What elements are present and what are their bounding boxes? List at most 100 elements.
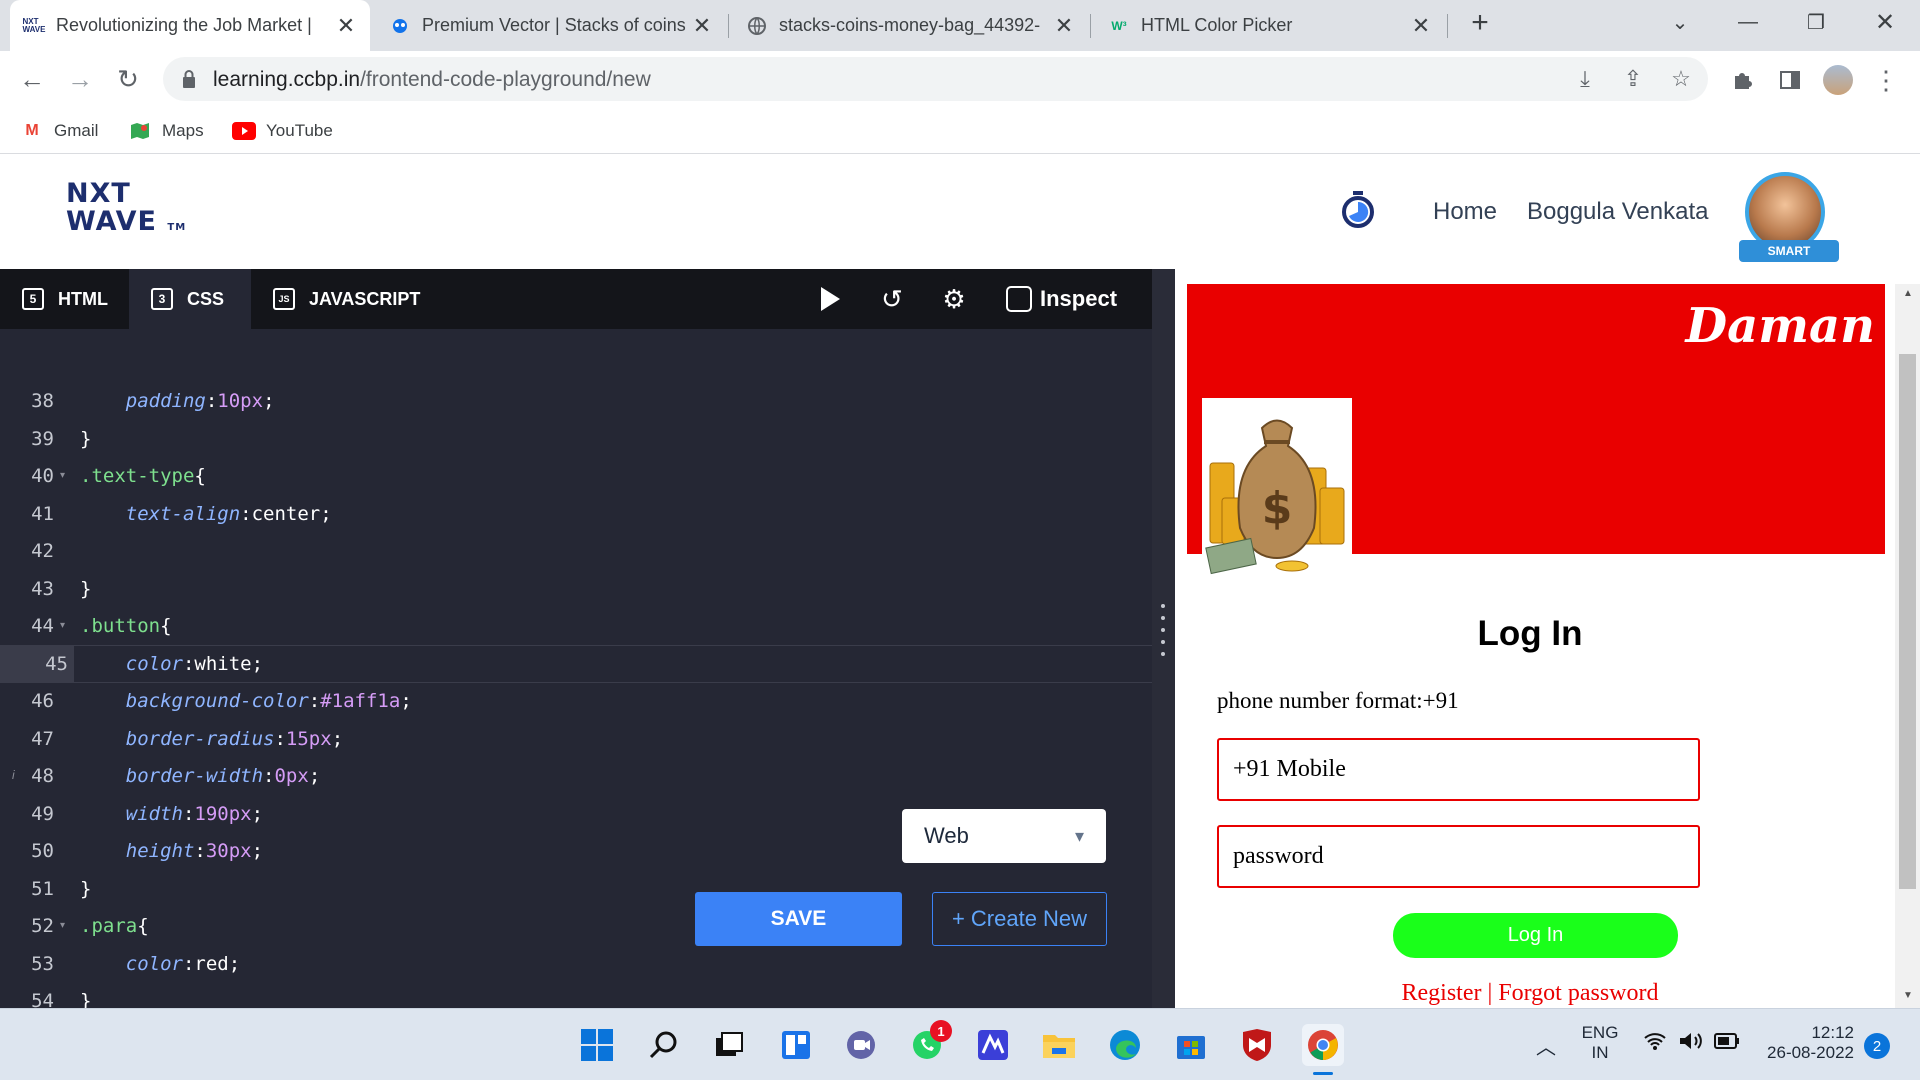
lock-icon bbox=[183, 70, 195, 88]
code-line[interactable]: height:30px; bbox=[80, 832, 263, 870]
chrome-icon[interactable] bbox=[1302, 1024, 1344, 1075]
tab-image[interactable]: stacks-coins-money-bag_44392- ✕ bbox=[733, 0, 1088, 51]
volume-icon[interactable] bbox=[1678, 1031, 1704, 1056]
close-icon[interactable]: ✕ bbox=[1411, 13, 1431, 39]
microsoft-store-icon[interactable] bbox=[1170, 1024, 1212, 1066]
code-token: #1aff1a bbox=[320, 690, 401, 712]
battery-icon[interactable] bbox=[1714, 1033, 1740, 1054]
code-line[interactable]: } bbox=[80, 870, 91, 908]
forward-arrow-icon[interactable]: → bbox=[60, 59, 100, 99]
password-input[interactable]: password bbox=[1217, 825, 1700, 888]
show-hidden-icons-chevron-icon[interactable]: ︿ bbox=[1536, 1031, 1556, 1060]
search-icon[interactable] bbox=[643, 1024, 685, 1066]
pane-splitter[interactable] bbox=[1152, 269, 1175, 1008]
window-close-icon[interactable]: ✕ bbox=[1855, 0, 1915, 45]
code-line[interactable]: width:190px; bbox=[80, 795, 263, 833]
code-line[interactable]: padding:10px; bbox=[80, 382, 275, 420]
edge-browser-icon[interactable] bbox=[1104, 1024, 1146, 1066]
tab-label: CSS bbox=[187, 288, 225, 309]
preview-scrollbar[interactable]: ▲ ▼ bbox=[1895, 284, 1920, 1008]
omnibox[interactable]: learning.ccbp.in/frontend-code-playgroun… bbox=[163, 57, 1708, 101]
scroll-thumb[interactable] bbox=[1899, 354, 1916, 889]
code-token: padding bbox=[80, 390, 206, 412]
run-play-icon[interactable] bbox=[812, 281, 848, 317]
scroll-down-icon[interactable]: ▼ bbox=[1901, 990, 1915, 1001]
wifi-icon[interactable] bbox=[1643, 1031, 1667, 1056]
extensions-puzzle-icon[interactable] bbox=[1726, 64, 1758, 96]
clock[interactable]: 12:12 26-08-2022 bbox=[1760, 1023, 1854, 1063]
bookmark-youtube[interactable]: YouTube bbox=[232, 116, 333, 146]
tab-freepik[interactable]: Premium Vector | Stacks of coins ✕ bbox=[376, 0, 726, 51]
nav-home-link[interactable]: Home bbox=[1433, 198, 1497, 226]
tab-color-picker[interactable]: W³ HTML Color Picker ✕ bbox=[1095, 0, 1445, 51]
mcafee-icon[interactable] bbox=[1236, 1024, 1278, 1066]
bookmark-maps[interactable]: Maps bbox=[128, 116, 204, 146]
close-icon[interactable]: ✕ bbox=[692, 13, 712, 39]
create-new-button[interactable]: + Create New bbox=[932, 892, 1107, 946]
view-mode-select[interactable]: Web ▾ bbox=[902, 809, 1106, 863]
save-button[interactable]: SAVE bbox=[695, 892, 902, 946]
tab-search-chevron-icon[interactable]: ⌄ bbox=[1650, 0, 1710, 45]
fold-arrow-icon[interactable]: ▾ bbox=[60, 457, 72, 495]
code-line[interactable]: border-radius:15px; bbox=[80, 720, 343, 758]
fold-arrow-icon[interactable]: ▾ bbox=[60, 907, 72, 945]
nxtwave-logo[interactable]: NXT WAVE TM bbox=[66, 180, 186, 242]
settings-gear-icon[interactable]: ⚙ bbox=[936, 281, 972, 317]
install-app-icon[interactable]: ⤓ bbox=[1571, 65, 1599, 93]
tab-javascript[interactable]: JS JAVASCRIPT bbox=[251, 269, 442, 329]
code-line[interactable]: color:red; bbox=[80, 945, 240, 983]
logo-line1: NXT bbox=[66, 178, 131, 209]
more-menu-icon[interactable]: ⋮ bbox=[1870, 64, 1902, 96]
teams-chat-icon[interactable] bbox=[840, 1024, 882, 1066]
close-icon[interactable]: ✕ bbox=[336, 13, 356, 39]
login-button[interactable]: Log In bbox=[1393, 913, 1678, 958]
bookmark-gmail[interactable]: M Gmail bbox=[20, 116, 98, 146]
language-indicator[interactable]: ENG IN bbox=[1572, 1023, 1628, 1063]
restore-icon[interactable]: ❐ bbox=[1786, 0, 1846, 45]
inspect-toggle[interactable]: Inspect bbox=[1006, 283, 1117, 315]
code-line[interactable]: .para{ bbox=[80, 907, 149, 945]
code-line[interactable]: .text-type{ bbox=[80, 457, 206, 495]
code-line[interactable]: } bbox=[80, 570, 91, 608]
code-line[interactable]: text-align:center; bbox=[80, 495, 332, 533]
code-token: background-color bbox=[80, 690, 309, 712]
money-bag-image: $ bbox=[1202, 398, 1352, 583]
mobile-input[interactable]: +91 Mobile bbox=[1217, 738, 1700, 801]
reload-icon[interactable]: ↻ bbox=[108, 59, 148, 99]
mathway-app-icon[interactable] bbox=[972, 1024, 1014, 1066]
file-explorer-icon[interactable] bbox=[1038, 1024, 1080, 1066]
logo-tm: TM bbox=[167, 222, 187, 233]
code-line[interactable]: .button{ bbox=[80, 607, 172, 645]
tab-title: Premium Vector | Stacks of coins bbox=[422, 15, 686, 35]
back-arrow-icon[interactable]: ← bbox=[12, 59, 52, 99]
drag-handle-icon[interactable] bbox=[1161, 604, 1166, 664]
bookmark-star-icon[interactable]: ☆ bbox=[1667, 65, 1695, 93]
whatsapp-icon[interactable]: 1 bbox=[906, 1020, 952, 1066]
task-view-icon[interactable] bbox=[708, 1024, 750, 1066]
code-line[interactable]: background-color:#1aff1a; bbox=[80, 682, 412, 720]
close-icon[interactable]: ✕ bbox=[1054, 13, 1074, 39]
windows-start-icon[interactable] bbox=[576, 1024, 618, 1066]
stopwatch-icon[interactable] bbox=[1338, 189, 1378, 229]
scroll-up-icon[interactable]: ▲ bbox=[1901, 288, 1915, 299]
user-name[interactable]: Boggula Venkata bbox=[1527, 198, 1709, 226]
minimize-icon[interactable]: — bbox=[1718, 0, 1778, 45]
fold-arrow-icon[interactable]: ▾ bbox=[60, 607, 72, 645]
notification-center-badge[interactable]: 2 bbox=[1864, 1033, 1890, 1059]
code-token: .text-type bbox=[80, 465, 195, 487]
code-token: 190px bbox=[194, 802, 252, 825]
profile-avatar-icon[interactable] bbox=[1822, 64, 1854, 96]
code-line[interactable]: color:white; bbox=[80, 645, 263, 683]
tab-html[interactable]: 5 HTML bbox=[0, 269, 130, 329]
avatar[interactable]: SMART bbox=[1739, 172, 1839, 262]
reset-icon[interactable]: ↺ bbox=[874, 281, 910, 317]
register-forgot-links[interactable]: Register | Forgot password bbox=[1175, 980, 1885, 1007]
share-icon[interactable]: ⇪ bbox=[1619, 65, 1647, 93]
new-tab-plus-icon[interactable]: + bbox=[1450, 0, 1510, 45]
side-panel-icon[interactable] bbox=[1774, 64, 1806, 96]
tab-css[interactable]: 3 CSS bbox=[129, 269, 251, 329]
tab-nxtwave[interactable]: NXT WAVE Revolutionizing the Job Market |… bbox=[10, 0, 370, 51]
code-line[interactable]: border-width:0px; bbox=[80, 757, 321, 795]
widgets-icon[interactable] bbox=[775, 1024, 817, 1066]
code-line[interactable]: } bbox=[80, 420, 91, 458]
